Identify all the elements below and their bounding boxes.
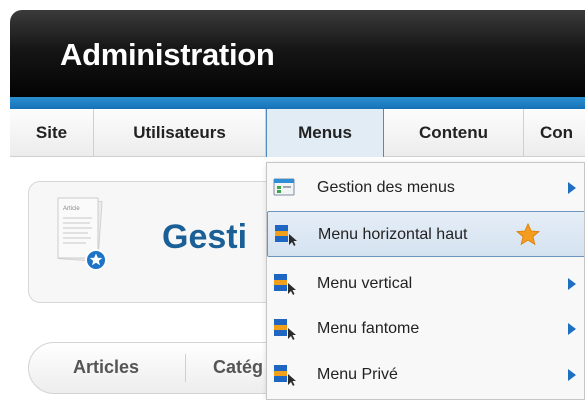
- submenu-arrow-icon: [568, 369, 576, 381]
- menus-dropdown: Gestion des menus Menu horizontal haut M…: [266, 162, 585, 400]
- submenu-arrow-icon: [568, 323, 576, 335]
- menu-icon: [274, 274, 296, 295]
- dropdown-item-menu-prive[interactable]: Menu Privé: [267, 352, 584, 398]
- nav-item-contenu[interactable]: Contenu: [384, 109, 524, 157]
- article-icon: Article: [57, 197, 107, 271]
- page-title: Gesti: [162, 218, 248, 256]
- article-icon-label: Article: [63, 206, 80, 212]
- menu-icon: [274, 319, 296, 340]
- dropdown-item-label: Menu horizontal haut: [318, 226, 468, 243]
- default-star-icon: [516, 223, 540, 246]
- nav-item-site[interactable]: Site: [10, 109, 94, 157]
- menu-icon: [275, 225, 297, 246]
- dropdown-item-label: Menu Privé: [317, 366, 398, 383]
- header-accent-bar: [10, 97, 585, 109]
- admin-header: Administration: [10, 10, 585, 97]
- dropdown-item-menu-fantome[interactable]: Menu fantome: [267, 306, 584, 352]
- tab-divider: [185, 354, 186, 382]
- tab-categories[interactable]: Catég: [213, 357, 263, 378]
- header-title: Administration: [60, 37, 275, 72]
- menu-manager-icon: [273, 178, 295, 196]
- tab-articles[interactable]: Articles: [73, 357, 139, 378]
- submenu-arrow-icon: [568, 182, 576, 194]
- submenu-arrow-icon: [568, 278, 576, 290]
- dropdown-item-menu-horizontal-haut[interactable]: Menu horizontal haut: [267, 211, 584, 257]
- main-nav: Site Utilisateurs Menus Contenu Con: [10, 109, 585, 157]
- menu-icon: [274, 365, 296, 386]
- dropdown-item-menu-vertical[interactable]: Menu vertical: [267, 261, 584, 307]
- dropdown-item-gestion-des-menus[interactable]: Gestion des menus: [267, 165, 584, 211]
- dropdown-item-label: Menu fantome: [317, 320, 420, 337]
- dropdown-item-label: Menu vertical: [317, 275, 413, 292]
- nav-item-composants[interactable]: Con: [524, 109, 585, 157]
- nav-item-menus[interactable]: Menus: [266, 109, 384, 157]
- dropdown-item-label: Gestion des menus: [317, 179, 455, 196]
- nav-item-utilisateurs[interactable]: Utilisateurs: [94, 109, 266, 157]
